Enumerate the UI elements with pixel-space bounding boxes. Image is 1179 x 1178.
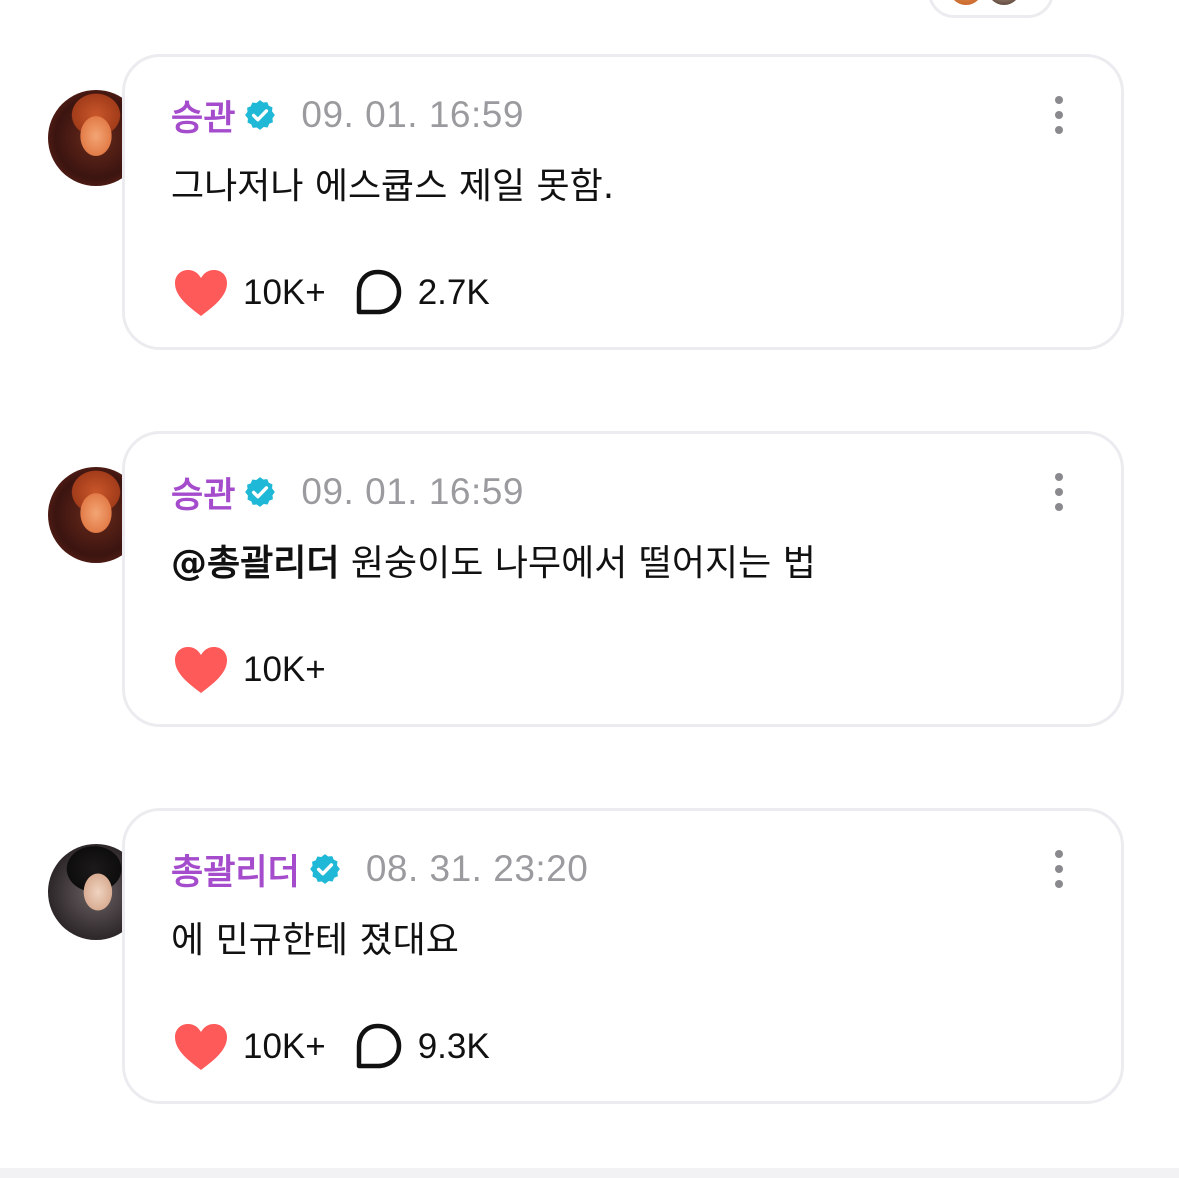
post-header: 총괄리더 08. 31. 23:20: [171, 843, 588, 895]
post-text: 에 민규한테 졌대요: [171, 911, 459, 963]
verified-badge-icon: [245, 100, 276, 130]
like-button[interactable]: 10K+: [173, 268, 326, 318]
more-options-icon[interactable]: [1049, 472, 1069, 512]
more-options-icon[interactable]: [1049, 849, 1069, 889]
post-text-content: 그나저나 에스큡스 제일 못함.: [171, 166, 615, 207]
post-header: 승관 09. 01. 16:59: [171, 466, 524, 518]
post-actions: 10K+ 9.3K: [173, 1017, 516, 1077]
verified-badge-icon: [245, 477, 276, 507]
like-button[interactable]: 10K+: [173, 1022, 326, 1072]
post-actions: 10K+ 2.7K: [173, 263, 516, 323]
participants-avatar-stack[interactable]: [928, 0, 1054, 18]
comment-button[interactable]: 2.7K: [352, 268, 490, 318]
comment-button[interactable]: 9.3K: [352, 1022, 490, 1072]
like-count: 10K+: [243, 650, 326, 689]
like-count: 10K+: [243, 1027, 326, 1066]
post-text-content: 원숭이도 나무에서 떨어지는 법: [339, 543, 816, 584]
post-text: @총괄리더 원숭이도 나무에서 떨어지는 법: [171, 534, 816, 586]
post-timestamp: 08. 31. 23:20: [365, 848, 589, 889]
post-card[interactable]: 승관 09. 01. 16:59 그나저나 에스큡스 제일 못함. 10K+ 2…: [122, 54, 1124, 350]
heart-icon: [175, 1024, 227, 1070]
more-options-icon[interactable]: [1049, 95, 1069, 135]
comment-count: 9.3K: [417, 1027, 490, 1066]
comment-bubble-icon: [356, 269, 401, 315]
post-card[interactable]: 승관 09. 01. 16:59 @총괄리더 원숭이도 나무에서 떨어지는 법 …: [122, 431, 1124, 727]
avatar: [987, 0, 1021, 5]
post-timestamp: 09. 01. 16:59: [301, 94, 524, 135]
heart-icon: [175, 270, 227, 316]
like-button[interactable]: 10K+: [173, 645, 326, 695]
heart-icon: [175, 647, 227, 693]
verified-badge-icon: [309, 854, 340, 884]
post-text: 그나저나 에스큡스 제일 못함.: [171, 157, 614, 209]
post-card[interactable]: 총괄리더 08. 31. 23:20 에 민규한테 졌대요 10K+ 9.3K: [122, 808, 1124, 1104]
comment-bubble-icon: [356, 1023, 401, 1069]
post-timestamp: 09. 01. 16:59: [301, 471, 524, 512]
author-name[interactable]: 승관: [171, 90, 235, 141]
author-name[interactable]: 총괄리더: [171, 844, 300, 895]
mention-link[interactable]: @총괄리더: [171, 543, 339, 584]
post-actions: 10K+: [173, 640, 352, 700]
comment-count: 2.7K: [417, 273, 490, 312]
bottom-divider: [0, 1168, 1179, 1178]
like-count: 10K+: [243, 273, 326, 312]
post-text-content: 에 민규한테 졌대요: [171, 920, 459, 961]
author-name[interactable]: 승관: [171, 467, 235, 518]
avatar: [949, 0, 983, 5]
post-header: 승관 09. 01. 16:59: [171, 89, 524, 141]
